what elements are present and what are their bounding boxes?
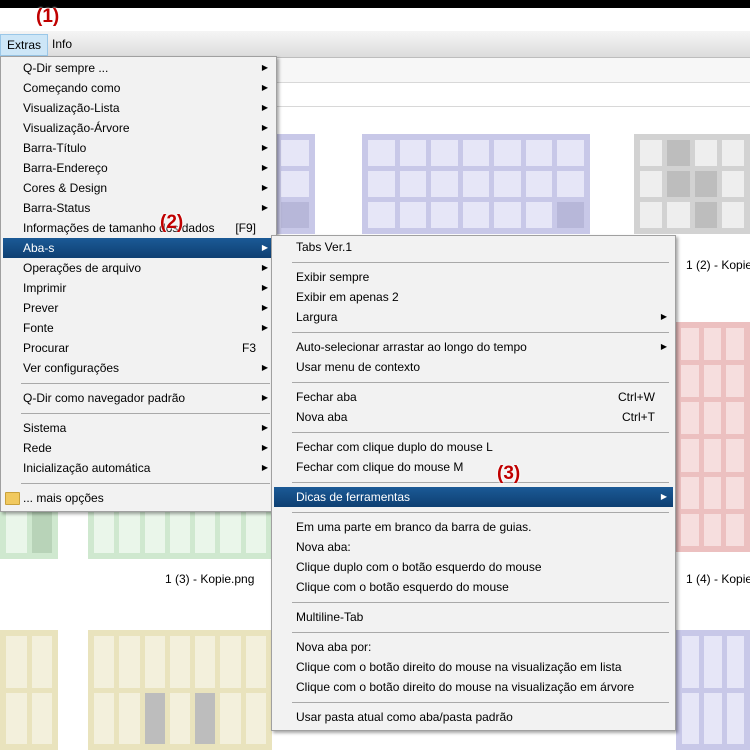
- submenu-arrow-icon: ▶: [261, 243, 268, 252]
- title-bar-strip: [0, 0, 750, 8]
- menu-item-tooltips[interactable]: Dicas de ferramentas ▶: [274, 487, 673, 507]
- thumbnail[interactable]: [634, 134, 750, 234]
- menu-item-new-tab-by-heading: Nova aba por:: [296, 640, 372, 654]
- thumbnail[interactable]: [676, 630, 750, 750]
- menu-item-blank-area-tabbar[interactable]: Em uma parte em branco da barra de guias…: [274, 517, 673, 537]
- submenu-arrow-icon: ▶: [261, 143, 268, 152]
- annotation-marker-1: (1): [36, 6, 60, 27]
- menu-item-size-info[interactable]: Informações de tamanho dos dados [F9]: [3, 218, 274, 238]
- menu-extras[interactable]: Extras: [0, 34, 49, 56]
- menu-item-right-click-list[interactable]: Clique com o botão direito do mouse na v…: [274, 657, 673, 677]
- submenu-arrow-icon: ▶: [261, 103, 268, 112]
- menu-item-tree-view[interactable]: Visualização-Árvore ▶: [3, 118, 274, 138]
- tabs-submenu: Tabs Ver.1 Exibir sempre Exibir em apena…: [271, 235, 676, 731]
- submenu-arrow-icon: ▶: [261, 163, 268, 172]
- menu-item-start-as[interactable]: Começando como ▶: [3, 78, 274, 98]
- menu-separator: [292, 262, 669, 263]
- submenu-arrow-icon: ▶: [261, 323, 268, 332]
- submenu-arrow-icon: ▶: [261, 423, 268, 432]
- submenu-arrow-icon: ▶: [261, 463, 268, 472]
- menu-item-show-always[interactable]: Exibir sempre: [274, 267, 673, 287]
- menu-separator: [292, 602, 669, 603]
- menu-item-tabs-ver1[interactable]: Tabs Ver.1: [274, 237, 673, 257]
- thumbnail[interactable]: [675, 322, 750, 552]
- menu-item-use-context-menu[interactable]: Usar menu de contexto: [274, 357, 673, 377]
- menu-item-close-double-click[interactable]: Fechar com clique duplo do mouse L: [274, 437, 673, 457]
- menu-separator: [292, 432, 669, 433]
- menu-item-preview[interactable]: Prever ▶: [3, 298, 274, 318]
- menu-item-view-settings[interactable]: Ver configurações ▶: [3, 358, 274, 378]
- thumbnail[interactable]: [88, 630, 272, 750]
- menu-item-more-options[interactable]: ... mais opções: [3, 488, 274, 508]
- menu-item-auto-select-drag[interactable]: Auto-selecionar arrastar ao longo do tem…: [274, 337, 673, 357]
- thumbnail[interactable]: [88, 505, 272, 559]
- menu-item-tabs[interactable]: Aba-s ▶: [3, 238, 274, 258]
- submenu-arrow-icon: ▶: [261, 363, 268, 372]
- menu-bar: Extras Info: [0, 31, 750, 58]
- submenu-arrow-icon: ▶: [660, 312, 667, 321]
- menu-item-autostart[interactable]: Inicialização automática ▶: [3, 458, 274, 478]
- submenu-arrow-icon: ▶: [261, 63, 268, 72]
- menu-item-use-current-folder[interactable]: Usar pasta atual como aba/pasta padrão: [274, 707, 673, 727]
- folder-icon: [5, 492, 20, 505]
- annotation-marker-2: (2): [160, 212, 184, 233]
- menu-separator: [292, 632, 669, 633]
- submenu-arrow-icon: ▶: [660, 342, 667, 351]
- submenu-arrow-icon: ▶: [261, 83, 268, 92]
- menu-item-close-tab[interactable]: Fechar aba Ctrl+W: [274, 387, 673, 407]
- menu-item-status-bar[interactable]: Barra-Status ▶: [3, 198, 274, 218]
- menu-item-system[interactable]: Sistema ▶: [3, 418, 274, 438]
- menu-item-title-bar[interactable]: Barra-Título ▶: [3, 138, 274, 158]
- menu-item-network[interactable]: Rede ▶: [3, 438, 274, 458]
- menu-item-search[interactable]: Procurar F3: [3, 338, 274, 358]
- menu-item-new-tab[interactable]: Nova aba Ctrl+T: [274, 407, 673, 427]
- thumbnail-label[interactable]: 1 (2) - Kopie: [686, 258, 750, 272]
- menu-separator: [21, 413, 270, 414]
- menu-item-qdir-always[interactable]: Q-Dir sempre ... ▶: [3, 58, 274, 78]
- submenu-arrow-icon: ▶: [261, 123, 268, 132]
- thumbnail-label[interactable]: 1 (3) - Kopie.png: [165, 572, 254, 586]
- submenu-arrow-icon: ▶: [261, 443, 268, 452]
- menu-item-double-left-click[interactable]: Clique duplo com o botão esquerdo do mou…: [274, 557, 673, 577]
- menu-separator: [292, 512, 669, 513]
- menu-item-left-click[interactable]: Clique com o botão esquerdo do mouse: [274, 577, 673, 597]
- menu-item-file-operations[interactable]: Operações de arquivo ▶: [3, 258, 274, 278]
- submenu-arrow-icon: ▶: [261, 283, 268, 292]
- menu-separator: [292, 382, 669, 383]
- menu-separator: [292, 482, 669, 483]
- menu-item-font[interactable]: Fonte ▶: [3, 318, 274, 338]
- menu-item-colors-design[interactable]: Cores & Design ▶: [3, 178, 274, 198]
- menu-item-default-browser[interactable]: Q-Dir como navegador padrão ▶: [3, 388, 274, 408]
- submenu-arrow-icon: ▶: [261, 183, 268, 192]
- menu-info[interactable]: Info: [46, 34, 78, 54]
- thumbnail[interactable]: [0, 630, 58, 750]
- menu-separator: [21, 383, 270, 384]
- menu-item-print[interactable]: Imprimir ▶: [3, 278, 274, 298]
- menu-item-address-bar[interactable]: Barra-Endereço ▶: [3, 158, 274, 178]
- annotation-marker-3: (3): [497, 463, 521, 484]
- menu-item-new-tab-heading: Nova aba:: [296, 540, 351, 554]
- submenu-arrow-icon: ▶: [660, 492, 667, 501]
- menu-item-width[interactable]: Largura ▶: [274, 307, 673, 327]
- menu-separator: [21, 483, 270, 484]
- submenu-arrow-icon: ▶: [261, 303, 268, 312]
- menu-item-multiline-tab[interactable]: Multiline-Tab: [274, 607, 673, 627]
- menu-item-close-middle-click[interactable]: Fechar com clique do mouse M: [274, 457, 673, 477]
- menu-item-list-view[interactable]: Visualização-Lista ▶: [3, 98, 274, 118]
- submenu-arrow-icon: ▶: [261, 263, 268, 272]
- thumbnail[interactable]: [0, 505, 58, 559]
- menu-item-right-click-tree[interactable]: Clique com o botão direito do mouse na v…: [274, 677, 673, 697]
- thumbnail[interactable]: [362, 134, 590, 234]
- thumbnail[interactable]: [275, 134, 315, 234]
- submenu-arrow-icon: ▶: [261, 393, 268, 402]
- extras-menu: Q-Dir sempre ... ▶ Começando como ▶ Visual…: [0, 56, 277, 512]
- menu-separator: [292, 702, 669, 703]
- menu-item-show-only-2[interactable]: Exibir em apenas 2: [274, 287, 673, 307]
- menu-separator: [292, 332, 669, 333]
- submenu-arrow-icon: ▶: [261, 203, 268, 212]
- thumbnail-label[interactable]: 1 (4) - Kopie: [686, 572, 750, 586]
